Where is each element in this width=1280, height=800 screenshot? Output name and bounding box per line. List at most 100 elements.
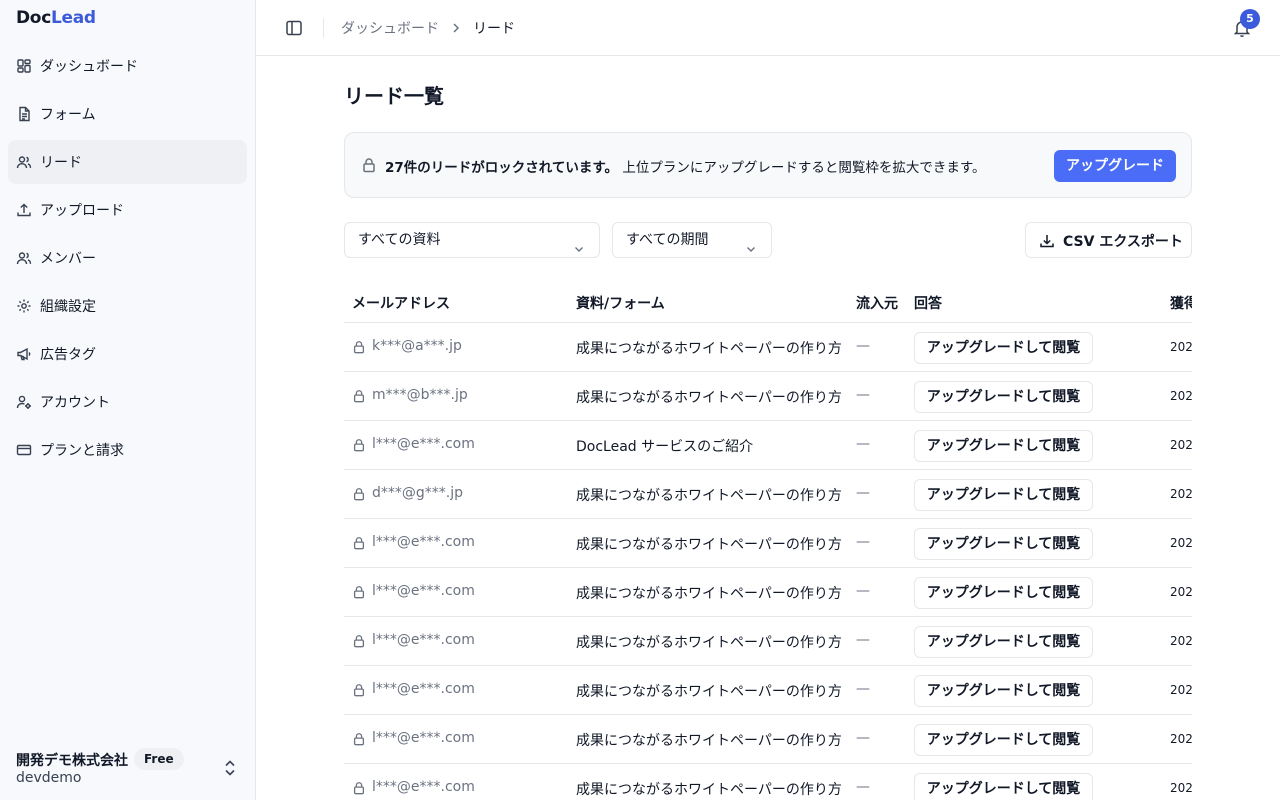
upgrade-to-view-button[interactable]: アップグレードして閲覧 [914, 528, 1093, 560]
org-name: 開発デモ株式会社 [16, 753, 128, 769]
lead-source: — [856, 436, 870, 452]
lead-email: l***@e***.com [372, 534, 475, 550]
sidebar-item-org-settings[interactable]: 組織設定 [8, 284, 247, 328]
lead-email: l***@e***.com [372, 632, 475, 648]
lock-icon [352, 487, 366, 501]
lead-doc: 成果につながるホワイトペーパーの作り方 [576, 390, 842, 406]
lead-doc: DocLead サービスのご紹介 [576, 439, 754, 455]
sidebar-nav: ダッシュボード フォーム リード アップロード メンバー 組織設定 広告タグ ア… [8, 44, 247, 476]
banner-text: 上位プランにアップグレードすると閲覧枠を拡大できます。 [618, 160, 986, 176]
lead-source: — [856, 779, 870, 795]
chevron-right-icon [449, 21, 463, 35]
sidebar-item-account[interactable]: アカウント [8, 380, 247, 424]
upgrade-button[interactable]: アップグレード [1054, 150, 1176, 182]
sidebar-item-upload[interactable]: アップロード [8, 188, 247, 232]
sidebar-toggle-icon[interactable] [284, 18, 304, 38]
banner-message: 27件のリードがロックされています。 上位プランにアップグレードすると閲覧枠を拡… [385, 156, 985, 176]
table-row: l***@e***.com DocLead サービスのご紹介 — アップグレード… [344, 421, 1192, 470]
sidebar-item-label: 組織設定 [40, 299, 96, 315]
sidebar-item-forms[interactable]: フォーム [8, 92, 247, 136]
table-row: l***@e***.com 成果につながるホワイトペーパーの作り方 — アップグ… [344, 715, 1192, 764]
col-header-answer: 回答 [914, 296, 942, 312]
table-row: k***@a***.jp 成果につながるホワイトペーパーの作り方 — アップグレ… [344, 323, 1192, 372]
table-row: m***@b***.jp 成果につながるホワイトペーパーの作り方 — アップグレ… [344, 372, 1192, 421]
logo-part-lead: Lead [50, 8, 96, 28]
lead-doc: 成果につながるホワイトペーパーの作り方 [576, 733, 842, 749]
period-filter-select[interactable]: すべての期間 [612, 222, 772, 258]
lead-email: m***@b***.jp [372, 387, 468, 403]
lead-doc: 成果につながるホワイトペーパーの作り方 [576, 586, 842, 602]
sidebar-item-members[interactable]: メンバー [8, 236, 247, 280]
lead-doc: 成果につながるホワイトペーパーの作り方 [576, 488, 842, 504]
sidebar-item-dashboard[interactable]: ダッシュボード [8, 44, 247, 88]
col-header-doc: 資料/フォーム [576, 296, 665, 312]
file-text-icon [16, 106, 32, 122]
sidebar-item-label: アカウント [40, 395, 110, 411]
lock-icon [352, 585, 366, 599]
lock-icon [352, 634, 366, 648]
upload-icon [16, 202, 32, 218]
gear-icon [16, 298, 32, 314]
col-header-email: メールアドレス [352, 296, 450, 312]
app-logo[interactable]: DocLead [16, 8, 96, 28]
breadcrumb-dashboard[interactable]: ダッシュボード [341, 18, 439, 38]
dashboard-icon [16, 58, 32, 74]
lead-doc: 成果につながるホワイトペーパーの作り方 [576, 635, 842, 651]
upgrade-to-view-button[interactable]: アップグレードして閲覧 [914, 381, 1093, 413]
header-divider [323, 18, 324, 38]
sidebar-item-billing[interactable]: プランと請求 [8, 428, 247, 472]
lock-icon [352, 732, 366, 746]
lead-date: 202 [1170, 781, 1192, 795]
sidebar-item-label: フォーム [40, 107, 96, 123]
lock-icon [352, 781, 366, 795]
breadcrumb: ダッシュボード リード [341, 18, 515, 38]
lead-email: l***@e***.com [372, 583, 475, 599]
sidebar-item-leads[interactable]: リード [8, 140, 247, 184]
upgrade-to-view-button[interactable]: アップグレードして閲覧 [914, 675, 1093, 707]
users-icon [16, 250, 32, 266]
lock-icon [352, 340, 366, 354]
upgrade-to-view-button[interactable]: アップグレードして閲覧 [914, 332, 1093, 364]
chevrons-up-down-icon[interactable] [222, 758, 238, 778]
sidebar-item-ad-tags[interactable]: 広告タグ [8, 332, 247, 376]
credit-card-icon [16, 442, 32, 458]
lead-date: 202 [1170, 585, 1192, 599]
lead-email: l***@e***.com [372, 730, 475, 746]
lead-source: — [856, 632, 870, 648]
table-row: l***@e***.com 成果につながるホワイトペーパーの作り方 — アップグ… [344, 519, 1192, 568]
table-row: d***@g***.jp 成果につながるホワイトペーパーの作り方 — アップグレ… [344, 470, 1192, 519]
upgrade-to-view-button[interactable]: アップグレードして閲覧 [914, 626, 1093, 658]
sidebar-item-label: アップロード [40, 203, 124, 219]
sidebar-item-label: リード [40, 155, 82, 171]
lock-icon [352, 536, 366, 550]
csv-export-button[interactable]: CSV エクスポート [1025, 222, 1192, 258]
table-row: l***@e***.com 成果につながるホワイトペーパーの作り方 — アップグ… [344, 666, 1192, 715]
sidebar: DocLead ダッシュボード フォーム リード アップロード メンバー 組織設… [0, 0, 256, 800]
org-switcher[interactable]: 開発デモ株式会社 Free devdemo [16, 748, 244, 792]
upgrade-to-view-button[interactable]: アップグレードして閲覧 [914, 577, 1093, 609]
upgrade-to-view-button[interactable]: アップグレードして閲覧 [914, 724, 1093, 756]
upgrade-to-view-button[interactable]: アップグレードして閲覧 [914, 773, 1093, 800]
lead-date: 202 [1170, 340, 1192, 354]
lead-source: — [856, 387, 870, 403]
chevron-down-icon [573, 234, 585, 252]
sidebar-item-label: メンバー [40, 251, 96, 267]
lead-source: — [856, 730, 870, 746]
lead-doc: 成果につながるホワイトペーパーの作り方 [576, 341, 842, 357]
sidebar-item-label: プランと請求 [40, 443, 124, 459]
lead-doc: 成果につながるホワイトペーパーの作り方 [576, 782, 842, 798]
lead-email: l***@e***.com [372, 681, 475, 697]
upgrade-to-view-button[interactable]: アップグレードして閲覧 [914, 479, 1093, 511]
plan-badge: Free [134, 748, 184, 770]
doc-filter-select[interactable]: すべての資料 [344, 222, 600, 258]
lead-doc: 成果につながるホワイトペーパーの作り方 [576, 537, 842, 553]
lead-email: k***@a***.jp [372, 338, 462, 354]
users-icon [16, 154, 32, 170]
lead-email: l***@e***.com [372, 436, 475, 452]
lock-icon [352, 683, 366, 697]
org-user: devdemo [16, 770, 82, 786]
lead-date: 202 [1170, 389, 1192, 403]
upgrade-to-view-button[interactable]: アップグレードして閲覧 [914, 430, 1093, 462]
lead-date: 202 [1170, 634, 1192, 648]
lead-date: 202 [1170, 438, 1192, 452]
